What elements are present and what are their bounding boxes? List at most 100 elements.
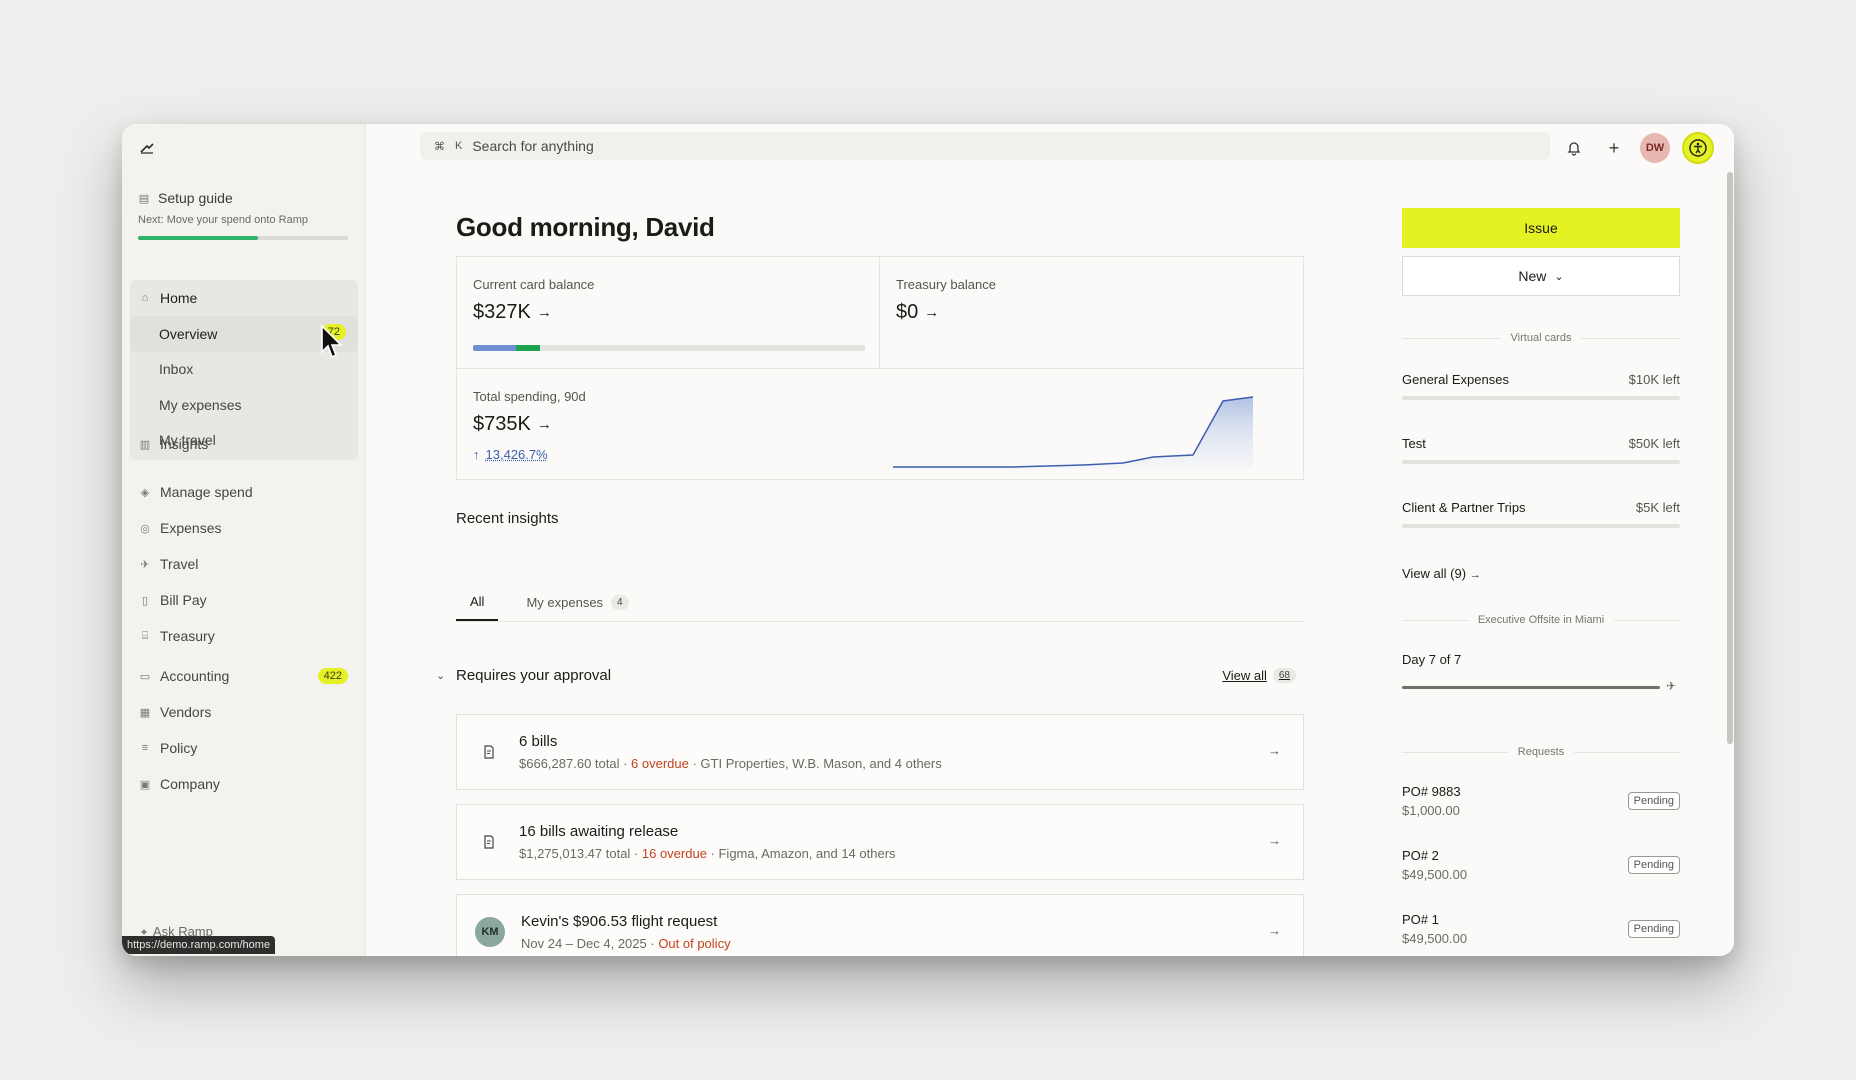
card-balance-bar (473, 345, 865, 351)
book-icon: ▭ (139, 670, 151, 683)
sidebar-item-home[interactable]: ⌂ Home (130, 280, 358, 316)
sidebar: ▤ Setup guide Next: Move your spend onto… (122, 124, 366, 956)
accessibility-icon[interactable] (1682, 132, 1714, 164)
new-button[interactable]: New ⌄ (1402, 256, 1680, 296)
nav-insights: ▥ Insights (130, 426, 358, 462)
approval-row-bills-release[interactable]: 16 bills awaiting release $1,275,013.47 … (456, 804, 1304, 880)
bill-icon: ▯ (141, 594, 149, 607)
new-button-label: New (1518, 268, 1547, 284)
spending-sparkline (893, 396, 1254, 469)
sidebar-item-expenses[interactable]: ◎ Expenses (130, 510, 358, 546)
row-policy-status: Out of policy (658, 936, 731, 951)
sliders-icon: ≡ (141, 742, 149, 754)
view-all-cards-link[interactable]: View all (9) → (1402, 566, 1481, 581)
main-scrollbar[interactable] (1727, 172, 1733, 744)
building-icon: ▣ (139, 778, 151, 791)
bank-icon: ⌸ (141, 629, 149, 642)
sidebar-item-label: Policy (160, 740, 198, 756)
request-item[interactable]: PO# 2 $49,500.00 Pending (1402, 848, 1680, 888)
k-key-label: K (455, 140, 463, 152)
spending-change-value: 13,426.7% (485, 447, 548, 462)
status-badge: Pending (1627, 920, 1680, 938)
bill-icon (475, 738, 503, 766)
sidebar-item-manage-spend[interactable]: ◈ Manage spend (130, 474, 358, 510)
arrow-right-icon: → (1268, 833, 1281, 848)
row-total: $1,275,013.47 total · (519, 846, 642, 861)
plane-icon: ✈ (140, 558, 150, 571)
ramp-logo-icon[interactable] (138, 138, 156, 156)
sidebar-item-label: Insights (160, 436, 209, 452)
setup-guide-subtitle: Next: Move your spend onto Ramp (138, 214, 308, 226)
row-title: 16 bills awaiting release (519, 823, 679, 840)
virtual-card-bar (1402, 524, 1680, 528)
sidebar-item-insights[interactable]: ▥ Insights (130, 426, 358, 462)
sidebar-item-label: Accounting (160, 668, 230, 684)
sidebar-item-company[interactable]: ▣ Company (130, 766, 358, 802)
virtual-card-item[interactable]: Test $50K left (1402, 436, 1680, 476)
total-spending-card[interactable]: Total spending, 90d $735K → ↑ 13,426.7% (457, 369, 1303, 479)
issue-button[interactable]: Issue (1402, 208, 1680, 248)
view-all-cards-label: View all (9) (1402, 566, 1467, 581)
arrow-right-icon: → (1469, 569, 1481, 581)
spending-value-wrap: $735K → (473, 413, 552, 436)
sidebar-item-bill-pay[interactable]: ▯ Bill Pay (130, 582, 358, 618)
card-balance-segment-green (516, 345, 540, 351)
recent-insights-heading: Recent insights (456, 510, 559, 527)
row-title: 6 bills (519, 733, 558, 750)
checklist-icon: ▤ (138, 192, 150, 205)
search-bar[interactable]: ⌘ K Search for anything (420, 132, 1550, 160)
treasury-value-wrap: $0 → (896, 301, 939, 324)
tab-count-badge: 4 (611, 595, 629, 610)
user-avatar[interactable]: DW (1640, 133, 1670, 163)
request-item[interactable]: PO# 9883 $1,000.00 Pending (1402, 784, 1680, 824)
tab-my-expenses[interactable]: My expenses 4 (524, 584, 630, 621)
approval-row-bills[interactable]: 6 bills $666,287.60 total · 6 overdue · … (456, 714, 1304, 790)
bell-icon[interactable] (1560, 134, 1588, 162)
page-title: Good morning, David (456, 212, 715, 242)
virtual-card-remaining: $50K left (1628, 436, 1680, 451)
approval-row-flight[interactable]: KM Kevin's $906.53 flight request Nov 24… (456, 894, 1304, 956)
store-icon: ▦ (139, 706, 151, 719)
approval-view-all-link[interactable]: View all 68 (1222, 667, 1296, 683)
sidebar-item-label: Inbox (159, 361, 194, 378)
arrow-right-icon: → (536, 304, 552, 321)
requests-divider: Requests (1402, 746, 1680, 758)
arrow-right-icon: → (536, 416, 552, 433)
requests-label: Requests (1517, 746, 1565, 758)
approval-section-header: ⌄ Requires your approval View all 68 (436, 664, 1304, 686)
sidebar-item-accounting[interactable]: ▭ Accounting 422 (130, 658, 358, 694)
tab-all[interactable]: All (456, 584, 499, 621)
search-input[interactable]: Search for anything (472, 138, 593, 154)
accounting-count-badge: 422 (317, 668, 348, 684)
treasury-balance-card[interactable]: Treasury balance $0 → (880, 257, 1303, 369)
bill-icon (475, 828, 503, 856)
nav-group-company: ▭ Accounting 422 ▦ Vendors ≡ Policy ▣ Co… (130, 658, 358, 802)
virtual-card-item[interactable]: General Expenses $10K left (1402, 372, 1680, 412)
sidebar-item-policy[interactable]: ≡ Policy (130, 730, 358, 766)
virtual-card-remaining: $5K left (1635, 500, 1680, 515)
virtual-card-item[interactable]: Client & Partner Trips $5K left (1402, 500, 1680, 540)
card-balance-value: $327K (473, 301, 531, 323)
sidebar-item-treasury[interactable]: ⌸ Treasury (130, 618, 358, 654)
setup-guide[interactable]: ▤ Setup guide Next: Move your spend onto… (138, 190, 354, 240)
request-item[interactable]: PO# 1 $49,500.00 Pending (1402, 912, 1680, 952)
app-window: ▤ Setup guide Next: Move your spend onto… (122, 124, 1734, 956)
plane-icon: ✈ (1666, 679, 1677, 693)
trip-progress-bar (1402, 686, 1660, 689)
row-subtitle: Nov 24 – Dec 4, 2025 · Out of policy (521, 936, 731, 951)
virtual-card-remaining: $10K left (1628, 372, 1680, 387)
card-balance-card[interactable]: Current card balance $327K → (457, 257, 880, 369)
chevron-down-icon[interactable]: ⌄ (436, 669, 456, 682)
sidebar-item-vendors[interactable]: ▦ Vendors (130, 694, 358, 730)
sidebar-item-my-expenses[interactable]: My expenses (130, 387, 358, 423)
spending-value: $735K (473, 413, 531, 435)
avatar: KM (475, 917, 505, 947)
row-overdue: 16 overdue (641, 846, 707, 861)
sidebar-item-travel[interactable]: ✈ Travel (130, 546, 358, 582)
virtual-card-bar (1402, 460, 1680, 464)
virtual-cards-divider: Virtual cards (1402, 332, 1680, 344)
treasury-balance-label: Treasury balance (896, 277, 996, 292)
spending-change[interactable]: ↑ 13,426.7% (473, 447, 548, 462)
plus-icon[interactable]: + (1600, 134, 1628, 162)
arrow-up-icon: ↑ (473, 447, 480, 462)
